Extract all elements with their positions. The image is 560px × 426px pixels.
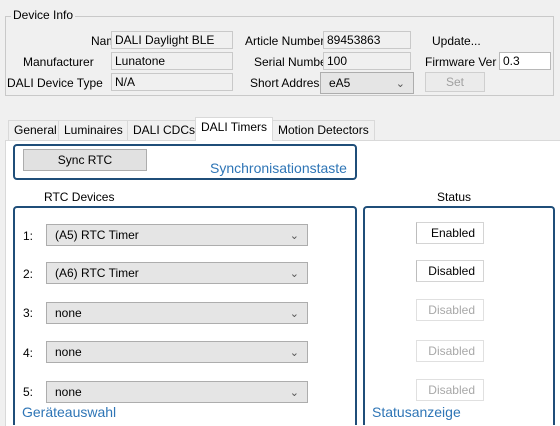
- chevron-down-icon: ⌄: [395, 78, 405, 90]
- tab-dali-timers[interactable]: DALI Timers: [195, 117, 274, 141]
- status-5: Disabled: [416, 379, 484, 401]
- article-number-field: 89453863: [323, 31, 411, 49]
- rtc-device-1-value: (A5) RTC Timer: [55, 228, 139, 242]
- row-3-index: 3:: [23, 306, 34, 320]
- chevron-down-icon: ⌄: [289, 268, 299, 280]
- row-4-index: 4:: [23, 346, 34, 360]
- serial-number-label: Serial Number: [254, 55, 331, 69]
- rtc-device-4-dropdown[interactable]: none ⌄: [46, 341, 308, 363]
- rtc-device-5-dropdown[interactable]: none ⌄: [46, 381, 308, 403]
- chevron-down-icon: ⌄: [289, 230, 299, 242]
- row-5-index: 5:: [23, 385, 34, 399]
- tab-general[interactable]: General: [8, 120, 63, 140]
- status-2: Disabled: [416, 260, 484, 282]
- status-header: Status: [437, 190, 472, 204]
- device-type-label: DALI Device Type: [7, 76, 103, 90]
- chevron-down-icon: ⌄: [289, 308, 299, 320]
- manufacturer-field: Lunatone: [111, 52, 233, 70]
- device-info-title: Device Info: [11, 8, 76, 22]
- short-address-value: eA5: [329, 76, 351, 90]
- rtc-device-2-dropdown[interactable]: (A6) RTC Timer ⌄: [46, 262, 308, 284]
- sync-annotation: Synchronisationstaste: [210, 160, 347, 176]
- row-1-index: 1:: [23, 229, 34, 243]
- article-number-label: Article Number: [245, 34, 325, 48]
- rtc-device-2-value: (A6) RTC Timer: [55, 266, 139, 280]
- tab-luminaires[interactable]: Luminaires: [58, 120, 129, 140]
- update-button[interactable]: Update...: [432, 34, 481, 48]
- status-annotation: Statusanzeige: [372, 404, 461, 420]
- manufacturer-label: Manufacturer: [23, 55, 94, 69]
- rtc-device-3-dropdown[interactable]: none ⌄: [46, 302, 308, 324]
- serial-number-field: 100: [323, 52, 411, 70]
- firmware-version-field: 0.3: [499, 52, 551, 70]
- status-1: Enabled: [416, 222, 484, 244]
- short-address-dropdown[interactable]: eA5 ⌄: [320, 72, 414, 94]
- chevron-down-icon: ⌄: [289, 347, 299, 359]
- row-2-index: 2:: [23, 267, 34, 281]
- rtc-device-4-value: none: [55, 345, 82, 359]
- rtc-device-1-dropdown[interactable]: (A5) RTC Timer ⌄: [46, 224, 308, 246]
- rtc-device-3-value: none: [55, 306, 82, 320]
- rtc-devices-header: RTC Devices: [44, 190, 115, 204]
- chevron-down-icon: ⌄: [289, 387, 299, 399]
- device-selection-annotation: Geräteauswahl: [22, 404, 117, 420]
- short-address-label: Short Address: [250, 76, 326, 90]
- tab-motion-detectors[interactable]: Motion Detectors: [272, 120, 375, 140]
- firmware-version-label: Firmware Ver: [425, 55, 497, 69]
- rtc-device-5-value: none: [55, 385, 82, 399]
- tab-dali-cdcs[interactable]: DALI CDCs: [127, 120, 202, 140]
- device-type-field: N/A: [111, 73, 233, 91]
- name-field: DALI Daylight BLE: [111, 31, 233, 49]
- status-4: Disabled: [416, 340, 484, 362]
- set-button[interactable]: Set: [425, 72, 485, 92]
- status-3: Disabled: [416, 299, 484, 321]
